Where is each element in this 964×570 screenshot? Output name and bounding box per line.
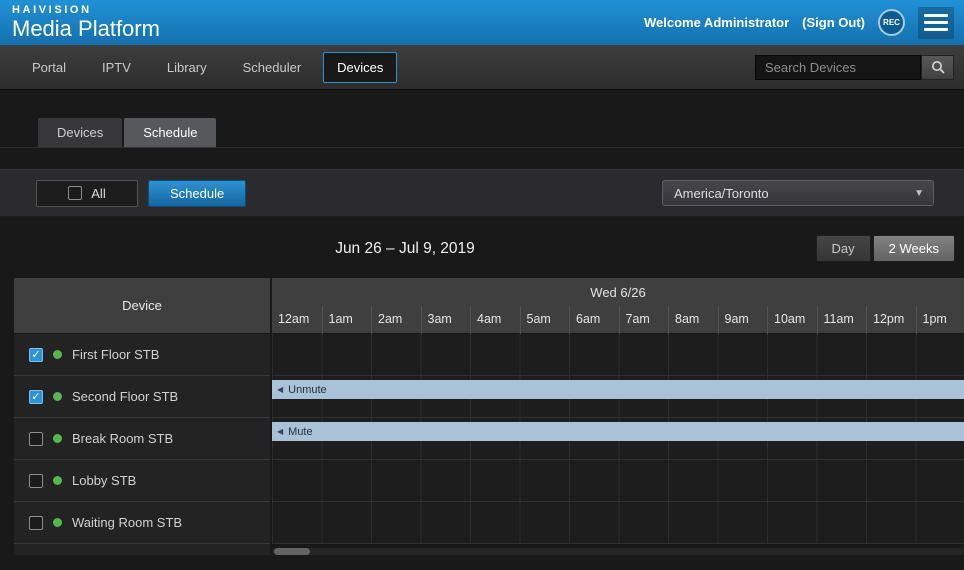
device-column: Device First Floor STB Second Floor STB … bbox=[14, 278, 270, 555]
speaker-muted-icon: ◀ bbox=[277, 427, 283, 436]
device-checkbox[interactable] bbox=[29, 432, 43, 446]
top-header: HAIVISION Media Platform Welcome Adminis… bbox=[0, 0, 964, 45]
welcome-text: Welcome Administrator bbox=[644, 15, 789, 30]
timeline-row[interactable] bbox=[272, 334, 964, 376]
online-status-icon bbox=[53, 476, 62, 485]
select-all-checkbox[interactable] bbox=[68, 186, 82, 200]
select-all-button[interactable]: All bbox=[36, 180, 138, 207]
event-label: Mute bbox=[288, 426, 312, 438]
device-column-header: Device bbox=[14, 278, 270, 334]
brand-name: HAIVISION bbox=[12, 5, 160, 16]
nav-item-devices[interactable]: Devices bbox=[323, 52, 397, 83]
search-input[interactable] bbox=[755, 55, 921, 80]
nav-item-scheduler[interactable]: Scheduler bbox=[229, 52, 316, 83]
event-bar-mute[interactable]: ◀ Mute bbox=[272, 422, 964, 441]
time-label: 9am bbox=[718, 306, 768, 334]
speaker-icon: ◀ bbox=[277, 385, 283, 394]
device-name: Waiting Room STB bbox=[72, 515, 182, 530]
time-label: 10am bbox=[767, 306, 817, 334]
tab-schedule[interactable]: Schedule bbox=[124, 118, 216, 147]
device-name: Lobby STB bbox=[72, 473, 136, 488]
time-label: 7am bbox=[619, 306, 669, 334]
timeline-row[interactable] bbox=[272, 460, 964, 502]
timezone-dropdown[interactable]: America/Toronto ▼ bbox=[662, 180, 934, 206]
select-all-label: All bbox=[91, 186, 105, 201]
time-label: 4am bbox=[470, 306, 520, 334]
day-view-button[interactable]: Day bbox=[816, 235, 871, 262]
tab-devices[interactable]: Devices bbox=[38, 118, 122, 147]
online-status-icon bbox=[53, 518, 62, 527]
device-name: Break Room STB bbox=[72, 431, 173, 446]
event-bar-unmute[interactable]: ◀ Unmute bbox=[272, 380, 964, 399]
time-label: 1pm bbox=[916, 306, 964, 334]
chevron-down-icon: ▼ bbox=[914, 188, 924, 199]
online-status-icon bbox=[53, 434, 62, 443]
device-name: Second Floor STB bbox=[72, 389, 178, 404]
timeline: Wed 6/26 12am 1am 2am 3am 4am 5am 6am 7a… bbox=[272, 278, 964, 555]
nav-items: Portal IPTV Library Scheduler Devices bbox=[18, 52, 397, 83]
schedule-toolbar: All Schedule America/Toronto ▼ bbox=[0, 169, 964, 217]
device-row[interactable]: Second Floor STB bbox=[14, 376, 270, 418]
main-nav: Portal IPTV Library Scheduler Devices bbox=[0, 45, 964, 90]
time-label: 1am bbox=[322, 306, 372, 334]
timeline-row[interactable] bbox=[272, 502, 964, 544]
search-icon bbox=[931, 60, 945, 74]
device-row[interactable]: Break Room STB bbox=[14, 418, 270, 460]
nav-item-library[interactable]: Library bbox=[153, 52, 221, 83]
time-label: 12am bbox=[272, 306, 322, 334]
search-box bbox=[755, 55, 954, 80]
time-label: 12pm bbox=[866, 306, 916, 334]
two-weeks-view-button[interactable]: 2 Weeks bbox=[873, 235, 955, 262]
time-label: 5am bbox=[520, 306, 570, 334]
horizontal-scrollbar[interactable] bbox=[272, 548, 964, 555]
time-label: 3am bbox=[421, 306, 471, 334]
date-range-title: Jun 26 – Jul 9, 2019 bbox=[0, 235, 810, 263]
timeline-row[interactable]: ◀ Unmute bbox=[272, 376, 964, 418]
event-label: Unmute bbox=[288, 384, 327, 396]
scrollbar-thumb[interactable] bbox=[274, 548, 310, 555]
rec-status-badge[interactable]: REC bbox=[878, 9, 905, 36]
device-row[interactable]: Waiting Room STB bbox=[14, 502, 270, 544]
menu-hamburger-icon[interactable] bbox=[918, 7, 954, 39]
day-header: Wed 6/26 bbox=[272, 278, 964, 306]
time-label: 8am bbox=[668, 306, 718, 334]
schedule-button[interactable]: Schedule bbox=[148, 180, 246, 207]
schedule-grid: Device First Floor STB Second Floor STB … bbox=[14, 278, 964, 555]
online-status-icon bbox=[53, 392, 62, 401]
header-right: Welcome Administrator (Sign Out) REC bbox=[644, 7, 954, 39]
nav-item-portal[interactable]: Portal bbox=[18, 52, 80, 83]
device-checkbox[interactable] bbox=[29, 390, 43, 404]
sign-out-link[interactable]: (Sign Out) bbox=[802, 15, 865, 30]
time-labels-row: 12am 1am 2am 3am 4am 5am 6am 7am 8am 9am… bbox=[272, 306, 964, 334]
device-checkbox[interactable] bbox=[29, 474, 43, 488]
timeline-row[interactable]: ◀ Mute bbox=[272, 418, 964, 460]
sub-tabs: Devices Schedule bbox=[0, 118, 964, 148]
search-button[interactable] bbox=[921, 55, 954, 80]
timeline-body: ◀ Unmute ◀ Mute bbox=[272, 334, 964, 544]
nav-item-iptv[interactable]: IPTV bbox=[88, 52, 145, 83]
time-label: 11am bbox=[817, 306, 867, 334]
device-row[interactable]: First Floor STB bbox=[14, 334, 270, 376]
view-switcher: Day 2 Weeks bbox=[816, 235, 955, 262]
timeline-header: Wed 6/26 12am 1am 2am 3am 4am 5am 6am 7a… bbox=[272, 278, 964, 334]
brand-logo: HAIVISION Media Platform bbox=[12, 5, 160, 40]
device-row[interactable]: Lobby STB bbox=[14, 460, 270, 502]
device-name: First Floor STB bbox=[72, 347, 159, 362]
brand-product: Media Platform bbox=[12, 18, 160, 40]
device-checkbox[interactable] bbox=[29, 516, 43, 530]
time-label: 2am bbox=[371, 306, 421, 334]
timezone-selected-value: America/Toronto bbox=[674, 186, 769, 201]
time-label: 6am bbox=[569, 306, 619, 334]
online-status-icon bbox=[53, 350, 62, 359]
date-row: Jun 26 – Jul 9, 2019 Day 2 Weeks bbox=[0, 235, 964, 263]
device-checkbox[interactable] bbox=[29, 348, 43, 362]
